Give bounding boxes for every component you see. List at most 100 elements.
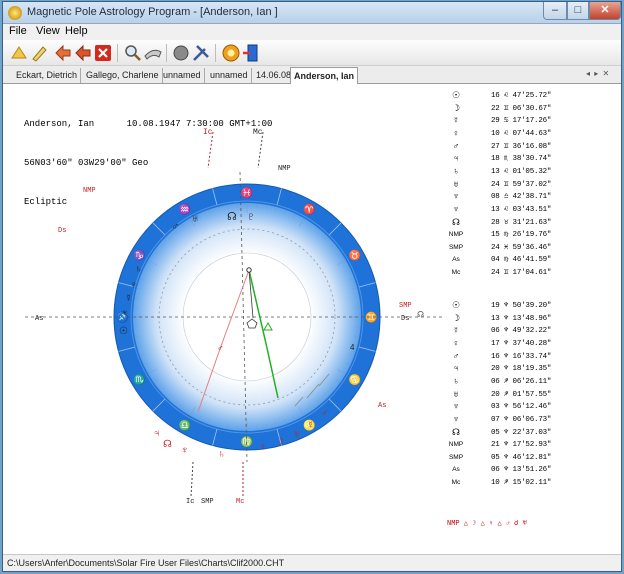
planet-glyph: ☽ <box>451 312 461 323</box>
planet-glyph: ☉ <box>451 90 461 100</box>
transit-venus: ♀ <box>259 442 267 453</box>
planet-glyph: ☿ <box>452 325 460 336</box>
ic-bottom-marker <box>190 461 194 498</box>
aspect-node <box>246 267 252 273</box>
planet-position: 20 ♐ 01'57.55" <box>491 390 552 399</box>
planet-position: 21 ♆ 17'52.93" <box>491 441 552 450</box>
natal-row: ♆ 13 ♌ 03'43.51" <box>447 204 617 216</box>
tab-eckart[interactable]: Eckart, Dietrich <box>13 68 82 83</box>
planet-glyph: ☿ <box>452 115 460 126</box>
planet-uranus-inner: ♅ <box>191 213 199 225</box>
link-icon[interactable] <box>143 43 163 63</box>
open-chart-icon[interactable] <box>9 43 29 63</box>
toolbar-separator <box>166 44 167 62</box>
planet-mars-inner: ♂ <box>171 221 179 233</box>
natal-row: ♂ 27 ♊ 36'16.08" <box>447 141 617 153</box>
planet-glyph: ♀ <box>452 127 460 138</box>
new-chart-icon[interactable] <box>53 43 73 63</box>
planet-glyph: Mc <box>451 479 461 487</box>
natal-row: ♆ 08 ♎ 42'38.71" <box>447 191 617 203</box>
tab-unnamed-2[interactable]: unnamed <box>207 68 252 83</box>
transit-row: ♃ 20 ♆ 18'19.35" <box>447 363 617 375</box>
exit-icon[interactable] <box>241 43 261 63</box>
planet-position: 28 ♉ 31'21.63" <box>491 218 552 227</box>
planet-glyph: As <box>452 466 460 474</box>
planet-glyph: ♄ <box>452 165 460 176</box>
ic-top-marker <box>207 131 214 169</box>
tools-icon[interactable] <box>191 43 211 63</box>
planet-mercury-inner: ☿ <box>125 293 133 304</box>
minimize-button[interactable]: – <box>543 2 567 20</box>
toolbar-separator <box>117 44 118 62</box>
chart-wheel[interactable]: ♈♉♊♋♌♍♎♏♐♑♒♓ Ic Mc NMP NMP Ds As SMP Ds … <box>3 112 443 552</box>
as-right-label: As <box>378 402 386 410</box>
planet-position: 13 ♌ 03'43.51" <box>491 205 552 214</box>
window-title: Magnetic Pole Astrology Program - [Ander… <box>27 6 278 18</box>
settings-icon[interactable] <box>171 43 191 63</box>
transit-row: ♄ 06 ♐ 06'26.11" <box>447 376 617 388</box>
planet-position: 22 ♊ 06'30.67" <box>491 104 552 113</box>
planet-position: 06 ♆ 49'32.22" <box>491 327 552 336</box>
zodiac-sign-glyph: ♉ <box>349 248 361 261</box>
planet-sun-inner: ☉ <box>119 326 128 337</box>
zodiac-sign-glyph: ♑ <box>133 248 145 261</box>
nmp-left-label: NMP <box>83 187 96 195</box>
zodiac-sign-glyph: ♈ <box>303 203 315 216</box>
tab-gallego[interactable]: Gallego, Charlene <box>83 68 163 83</box>
planet-glyph: ♅ <box>452 388 460 399</box>
tab-date[interactable]: 14.06.08 <box>253 68 296 83</box>
transit-jupiter: ♃ <box>153 428 161 439</box>
natal-row: ☊ 28 ♉ 31'21.63" <box>447 217 617 229</box>
planet-glyph: ♃ <box>452 363 460 374</box>
transit-saturn: ♄ <box>218 449 226 460</box>
planet-position: 08 ♎ 42'38.71" <box>491 193 552 202</box>
planet-node-inner: ☊ <box>227 211 237 223</box>
tab-anderson[interactable]: Anderson, Ian <box>290 67 359 84</box>
planet-position: 24 ♓ 59'36.46" <box>491 243 552 252</box>
transit-uranus: ♅ <box>293 429 301 440</box>
transit-row: ☉ 19 ♆ 50'39.20" <box>447 300 617 312</box>
search-icon[interactable] <box>123 43 143 63</box>
planet-glyph: ♆ <box>452 203 460 214</box>
transit-row: As 06 ♆ 13'51.26" <box>447 464 617 476</box>
title-bar[interactable]: Magnetic Pole Astrology Program - [Ander… <box>3 2 621 24</box>
help-icon[interactable] <box>221 43 241 63</box>
menu-view[interactable]: View <box>36 25 60 37</box>
house-number-4: 4 <box>350 343 355 352</box>
transit-mars: ♂ <box>321 408 329 419</box>
transit-node: ☊ <box>163 439 172 450</box>
node-right-glyph: ☊ <box>417 310 424 319</box>
natal-row: ♅ 24 ♊ 59'37.02" <box>447 179 617 191</box>
planet-glyph: ♄ <box>452 375 460 386</box>
edit-chart-icon[interactable] <box>29 43 49 63</box>
tab-scroll-buttons[interactable]: ◂ ▸ ✕ <box>586 69 610 78</box>
transit-row: ☿ 06 ♆ 49'32.22" <box>447 325 617 337</box>
zodiac-sign-glyph: ♏ <box>133 373 145 386</box>
transit-row: ♆ 07 ♆ 06'06.73" <box>447 414 617 426</box>
planet-glyph: ♂ <box>452 140 460 151</box>
close-chart-icon[interactable] <box>93 43 113 63</box>
planet-glyph: ♀ <box>452 337 460 348</box>
planet-saturn-inner: ♄ <box>135 264 143 275</box>
zodiac-sign-glyph: ♋ <box>349 373 361 386</box>
menu-file[interactable]: File <box>9 25 27 37</box>
zodiac-sign-glyph: ♓ <box>241 186 253 199</box>
transit-neptune: ♆ <box>181 445 189 456</box>
planet-glyph: ☊ <box>452 426 460 437</box>
planet-glyph: ☊ <box>452 216 460 227</box>
planet-glyph: SMP <box>448 243 464 251</box>
save-chart-icon[interactable] <box>73 43 93 63</box>
transit-row: ♆ 03 ♆ 56'12.46" <box>447 401 617 413</box>
application-window: Magnetic Pole Astrology Program - [Ander… <box>2 1 622 572</box>
aspect-glyph-mars: ♂ <box>217 343 224 353</box>
toolbar <box>3 40 621 66</box>
planet-position: 19 ♆ 50'39.20" <box>491 302 552 310</box>
zodiac-sign-glyph: ♍ <box>241 435 253 448</box>
chart-content: Anderson, Ian 10.08.1947 7:30:00 GMT+1:0… <box>3 84 621 554</box>
tab-unnamed-1[interactable]: unnamed <box>160 68 205 83</box>
close-button[interactable]: ✕ <box>589 2 621 20</box>
maximize-button[interactable]: □ <box>567 2 589 20</box>
menu-help[interactable]: Help <box>65 25 88 37</box>
ic-bottom-label: Ic <box>186 498 194 506</box>
transit-row: NMP 21 ♆ 17'52.93" <box>447 439 617 451</box>
